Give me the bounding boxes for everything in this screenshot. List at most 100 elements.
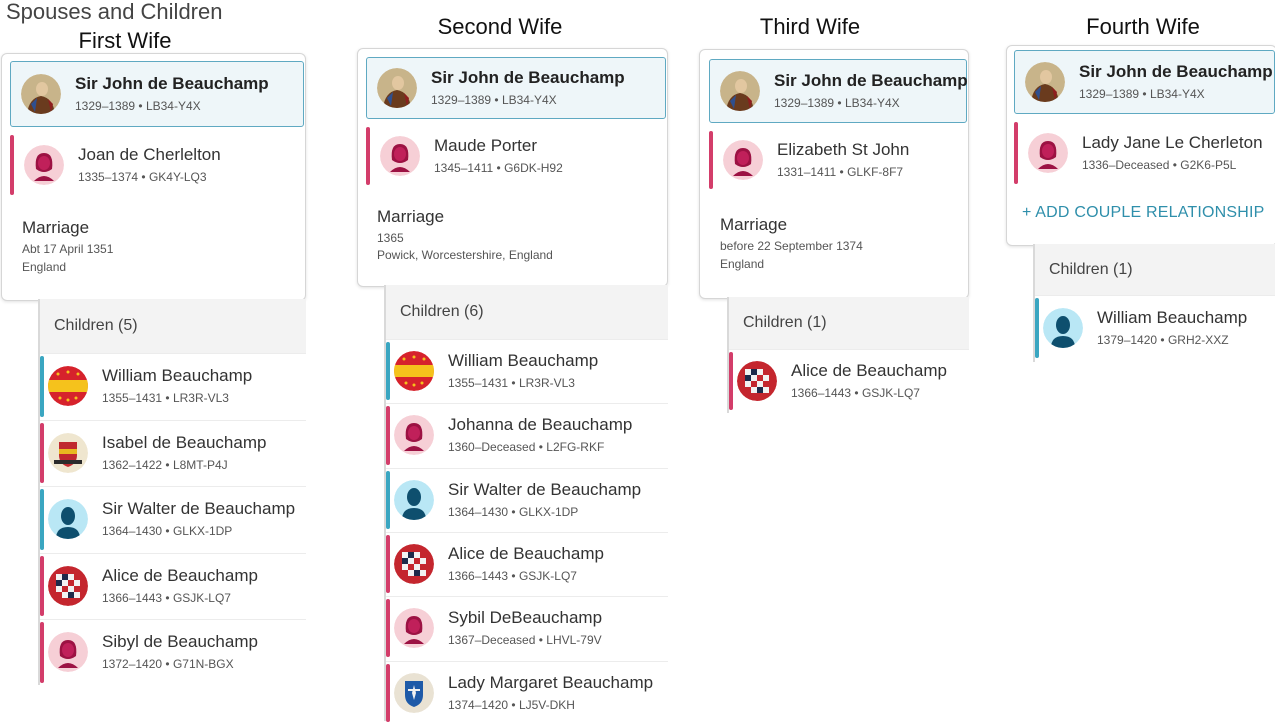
person-name[interactable]: Johanna de Beauchamp <box>448 414 632 436</box>
person-id[interactable]: GSJK-LQ7 <box>862 386 920 400</box>
person-name[interactable]: Alice de Beauchamp <box>102 565 258 587</box>
child-person[interactable]: Alice de Beauchamp 1366–1443 • GSJK-LQ7 <box>386 534 668 594</box>
person-id[interactable]: L2FG-RKF <box>546 440 604 454</box>
person-id[interactable]: LHVL-79V <box>546 633 601 647</box>
person-id[interactable]: LB34-Y4X <box>1150 87 1205 101</box>
person-name[interactable]: Sir John de Beauchamp <box>774 70 968 92</box>
person-vitals: 1367–Deceased • LHVL-79V <box>448 631 602 649</box>
focus-person[interactable]: Sir John de Beauchamp 1329–1389 • LB34-Y4… <box>366 57 666 119</box>
separator-dot: • <box>508 504 519 519</box>
person-id[interactable]: GSJK-LQ7 <box>173 591 231 605</box>
child-person[interactable]: William Beauchamp 1379–1420 • GRH2-XXZ <box>1035 298 1275 358</box>
person-name[interactable]: William Beauchamp <box>1097 307 1247 329</box>
person-info: Maude Porter 1345–1411 • G6DK-H92 <box>434 135 563 177</box>
person-id[interactable]: GRH2-XXZ <box>1168 333 1229 347</box>
person-name[interactable]: Elizabeth St John <box>777 139 909 161</box>
portrait-icon <box>377 68 417 108</box>
gender-bar <box>40 622 44 683</box>
marriage-date: before 22 September 1374 <box>720 239 863 253</box>
child-person[interactable]: William Beauchamp 1355–1431 • LR3R-VL3 <box>40 356 306 417</box>
person-id[interactable]: L8MT-P4J <box>173 458 228 472</box>
person-name[interactable]: Maude Porter <box>434 135 563 157</box>
person-years: 1355–1431 <box>102 391 163 406</box>
gender-bar <box>40 555 44 616</box>
person-id[interactable]: LB34-Y4X <box>502 93 557 107</box>
person-name[interactable]: Alice de Beauchamp <box>791 360 947 382</box>
person-vitals: 1329–1389 • LB34-Y4X <box>1079 85 1273 103</box>
checkered-shield-icon <box>48 565 88 606</box>
child-person[interactable]: Sibyl de Beauchamp 1372–1420 • G71N-BGX <box>40 622 306 683</box>
person-vitals: 1360–Deceased • L2FG-RKF <box>448 438 632 456</box>
person-id[interactable]: GK4Y-LQ3 <box>149 170 207 184</box>
person-id[interactable]: LJ5V-DKH <box>519 698 575 712</box>
person-years: 1364–1430 <box>448 504 509 519</box>
person-years: 1367–Deceased <box>448 633 536 648</box>
separator-dot: • <box>834 96 845 110</box>
person-name[interactable]: Sibyl de Beauchamp <box>102 631 258 653</box>
person-name[interactable]: Lady Margaret Beauchamp <box>448 672 653 694</box>
focus-person[interactable]: Sir John de Beauchamp 1329–1389 • LB34-Y4… <box>10 61 304 127</box>
gender-bar <box>1014 122 1018 184</box>
spouse-person[interactable]: Elizabeth St John 1331–1411 • GLKF-8F7 <box>709 131 967 189</box>
person-name[interactable]: Sir John de Beauchamp <box>75 73 269 95</box>
person-id[interactable]: GLKX-1DP <box>173 524 232 538</box>
children-section: Children (5) William Beauchamp 1355–1431 •… <box>38 299 306 687</box>
add-couple-relationship-button[interactable]: + ADD COUPLE RELATIONSHIP <box>1022 204 1265 222</box>
person-name[interactable]: Sir Walter de Beauchamp <box>102 498 295 520</box>
person-id[interactable]: GLKX-1DP <box>519 505 578 519</box>
person-id[interactable]: GSJK-LQ7 <box>519 569 577 583</box>
person-id[interactable]: LR3R-VL3 <box>173 391 229 405</box>
person-info: Lady Margaret Beauchamp 1374–1420 • LJ5V-… <box>448 672 653 714</box>
focus-person[interactable]: Sir John de Beauchamp 1329–1389 • LB34-Y4… <box>1014 50 1275 114</box>
person-name[interactable]: Isabel de Beauchamp <box>102 432 266 454</box>
child-person[interactable]: William Beauchamp 1355–1431 • LR3R-VL3 <box>386 342 668 401</box>
separator-dot: • <box>535 440 547 455</box>
focus-person[interactable]: Sir John de Beauchamp 1329–1389 • LB34-Y4… <box>709 59 968 123</box>
spouse-person[interactable]: Maude Porter 1345–1411 • G6DK-H92 <box>366 127 666 185</box>
person-id[interactable]: LR3R-VL3 <box>519 376 575 390</box>
person-name[interactable]: William Beauchamp <box>448 350 598 372</box>
person-id[interactable]: G6DK-H92 <box>504 161 563 175</box>
person-info: Alice de Beauchamp 1366–1443 • GSJK-LQ7 <box>102 565 258 607</box>
children-section: Children (6) William Beauchamp 1355–1431 •… <box>384 285 668 726</box>
person-id[interactable]: LB34-Y4X <box>146 99 201 113</box>
heraldic-crest-icon <box>48 432 88 473</box>
child-person[interactable]: Alice de Beauchamp 1366–1443 • GSJK-LQ7 <box>40 555 306 616</box>
separator-dot: • <box>491 93 502 107</box>
child-person[interactable]: Sir Walter de Beauchamp 1364–1430 • GLKX-… <box>40 489 306 550</box>
person-name[interactable]: Sir John de Beauchamp <box>431 67 625 89</box>
marriage-date: 1365 <box>377 231 404 245</box>
person-info: Sir John de Beauchamp 1329–1389 • LB34-Y4… <box>431 67 625 109</box>
spouse-person[interactable]: Lady Jane Le Cherleton 1336–Deceased • G2… <box>1014 122 1275 184</box>
child-person[interactable]: Sybil DeBeauchamp 1367–Deceased • LHVL-79… <box>386 599 668 658</box>
spouse-person[interactable]: Joan de Cherlelton 1335–1374 • GK4Y-LQ3 <box>10 135 304 195</box>
person-id[interactable]: G2K6-P5L <box>1180 158 1236 172</box>
person-id[interactable]: GLKF-8F7 <box>847 165 903 179</box>
child-person[interactable]: Alice de Beauchamp 1366–1443 • GSJK-LQ7 <box>729 352 969 410</box>
person-vitals: 1329–1389 • LB34-Y4X <box>431 91 625 109</box>
person-vitals: 1329–1389 • LB34-Y4X <box>774 94 968 112</box>
marriage-date: Abt 17 April 1351 <box>22 242 114 256</box>
person-name[interactable]: Alice de Beauchamp <box>448 543 604 565</box>
male-silhouette-icon <box>394 479 434 520</box>
person-id[interactable]: G71N-BGX <box>173 657 234 671</box>
person-name[interactable]: William Beauchamp <box>102 365 252 387</box>
person-name[interactable]: Sir John de Beauchamp <box>1079 61 1273 83</box>
child-person[interactable]: Isabel de Beauchamp 1362–1422 • L8MT-P4J <box>40 422 306 483</box>
person-vitals: 1364–1430 • GLKX-1DP <box>102 522 295 540</box>
children-header[interactable]: Children (6) <box>386 285 668 339</box>
person-vitals: 1345–1411 • G6DK-H92 <box>434 159 563 177</box>
person-id[interactable]: LB34-Y4X <box>845 96 900 110</box>
person-name[interactable]: Lady Jane Le Cherleton <box>1082 132 1263 154</box>
person-name[interactable]: Joan de Cherlelton <box>78 144 221 166</box>
child-person[interactable]: Lady Margaret Beauchamp 1374–1420 • LJ5V-… <box>386 663 668 722</box>
child-person[interactable]: Sir Walter de Beauchamp 1364–1430 • GLKX-… <box>386 470 668 529</box>
person-name[interactable]: Sybil DeBeauchamp <box>448 607 602 629</box>
children-header[interactable]: Children (1) <box>729 297 969 349</box>
children-header[interactable]: Children (1) <box>1035 244 1275 295</box>
person-years: 1335–1374 <box>78 170 139 184</box>
children-header[interactable]: Children (5) <box>40 299 306 353</box>
person-name[interactable]: Sir Walter de Beauchamp <box>448 479 641 501</box>
child-person[interactable]: Johanna de Beauchamp 1360–Deceased • L2FG… <box>386 406 668 465</box>
column-title: Second Wife <box>437 14 563 39</box>
